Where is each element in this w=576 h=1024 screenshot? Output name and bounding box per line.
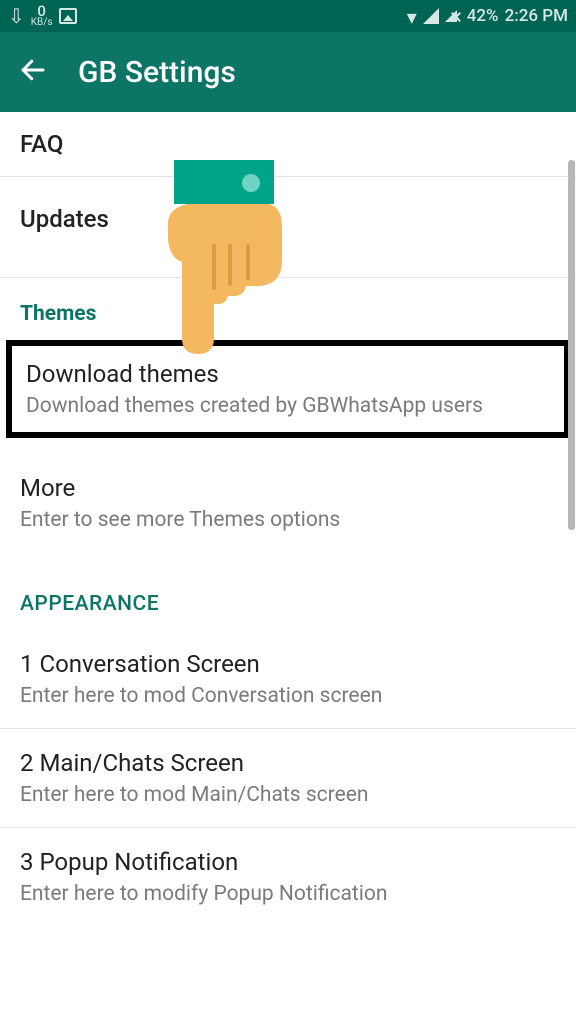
section-appearance: APPEARANCE bbox=[0, 552, 576, 630]
row-more[interactable]: More Enter to see more Themes options bbox=[0, 448, 576, 552]
section-themes: Themes bbox=[0, 278, 576, 340]
network-speed-unit: KB/s bbox=[31, 18, 53, 27]
conv-sub: Enter here to mod Conversation screen bbox=[20, 684, 556, 708]
main-sub: Enter here to mod Main/Chats screen bbox=[20, 783, 556, 807]
row-faq-label: FAQ bbox=[20, 130, 556, 158]
wifi-icon: ▾ bbox=[407, 5, 417, 29]
scrollbar-thumb[interactable] bbox=[568, 160, 575, 530]
app-bar: GB Settings bbox=[0, 32, 576, 112]
download-icon: ⇩ bbox=[8, 4, 25, 28]
row-faq[interactable]: FAQ bbox=[0, 112, 576, 177]
status-right: ▾ 42% 2:26 PM bbox=[407, 4, 568, 28]
conv-title: 1 Conversation Screen bbox=[20, 650, 556, 678]
status-left: ⇩ 0 KB/s bbox=[8, 4, 77, 28]
row-popup-notification[interactable]: 3 Popup Notification Enter here to modif… bbox=[0, 828, 576, 926]
row-conversation-screen[interactable]: 1 Conversation Screen Enter here to mod … bbox=[0, 630, 576, 729]
battery-text: 42% bbox=[467, 6, 499, 26]
signal-icon-1 bbox=[423, 8, 439, 24]
row-main-chats-screen[interactable]: 2 Main/Chats Screen Enter here to mod Ma… bbox=[0, 729, 576, 828]
row-download-themes[interactable]: Download themes Download themes created … bbox=[6, 340, 570, 438]
row-updates[interactable]: Updates bbox=[0, 177, 576, 278]
back-button[interactable] bbox=[18, 55, 48, 89]
popup-sub: Enter here to modify Popup Notification bbox=[20, 882, 556, 906]
popup-title: 3 Popup Notification bbox=[20, 848, 556, 876]
page-title: GB Settings bbox=[78, 55, 236, 90]
no-signal-icon bbox=[451, 12, 461, 22]
main-title: 2 Main/Chats Screen bbox=[20, 749, 556, 777]
download-themes-sub: Download themes created by GBWhatsApp us… bbox=[26, 394, 550, 418]
more-title: More bbox=[20, 474, 556, 502]
arrow-left-icon bbox=[18, 55, 48, 85]
download-themes-title: Download themes bbox=[26, 360, 550, 388]
status-bar: ⇩ 0 KB/s ▾ 42% 2:26 PM bbox=[0, 0, 576, 32]
network-speed-value: 0 bbox=[37, 5, 46, 19]
picture-icon bbox=[59, 8, 77, 24]
network-speed: 0 KB/s bbox=[31, 5, 53, 28]
settings-list: FAQ Updates Themes Download themes Downl… bbox=[0, 112, 576, 926]
row-updates-label: Updates bbox=[20, 205, 556, 233]
more-sub: Enter to see more Themes options bbox=[20, 508, 556, 532]
clock-text: 2:26 PM bbox=[505, 6, 568, 26]
